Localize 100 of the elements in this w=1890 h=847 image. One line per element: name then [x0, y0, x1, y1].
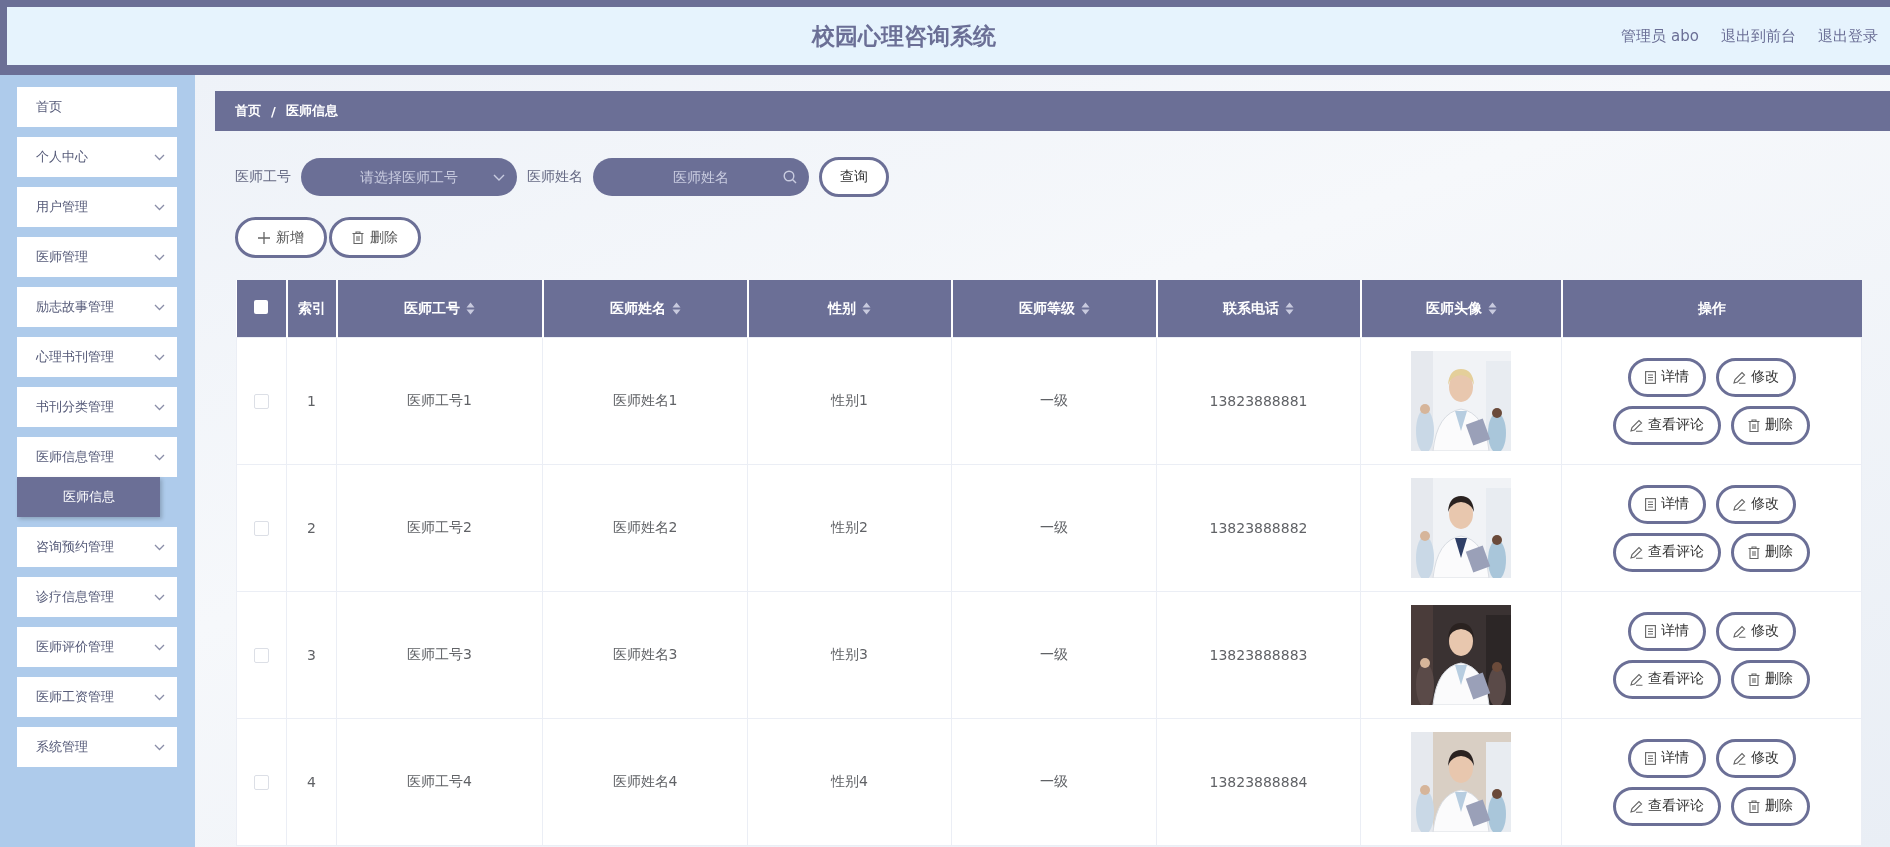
table-cell: 一级: [951, 718, 1157, 846]
table-cell: 医师工号2: [336, 464, 543, 592]
table-cell: 13823888884: [1156, 718, 1361, 846]
document-icon: [1644, 370, 1656, 384]
add-button[interactable]: 新增: [235, 217, 327, 258]
sort-icon: [1487, 302, 1497, 315]
sidebar-item[interactable]: 心理书刊管理: [17, 337, 177, 377]
sidebar-item[interactable]: 首页: [17, 87, 177, 127]
window-title: 校园心理咨询系统: [810, 21, 998, 51]
sort-icon: [671, 302, 681, 315]
input-field[interactable]: 医师姓名: [593, 158, 809, 196]
table-cell: 3: [286, 591, 337, 719]
table-cell: 一级: [951, 464, 1157, 592]
column-header[interactable]: 性别: [747, 280, 952, 338]
sidebar-item[interactable]: 用户管理: [17, 187, 177, 227]
sidebar-item[interactable]: 医师工资管理: [17, 677, 177, 717]
column-header: 索引: [286, 280, 337, 338]
edit-button[interactable]: 修改: [1715, 611, 1796, 651]
chevron-down-icon: [154, 153, 165, 161]
field-label: 医师姓名: [527, 168, 583, 186]
table-cell: 一级: [951, 337, 1157, 465]
chevron-down-icon: [493, 174, 505, 181]
header-link[interactable]: 管理员 abo: [1621, 26, 1699, 46]
detail-button[interactable]: 详情: [1627, 738, 1706, 778]
document-icon: [1644, 497, 1656, 511]
sidebar-item[interactable]: 系统管理: [17, 727, 177, 767]
column-header[interactable]: 医师工号: [336, 280, 543, 338]
pencil-icon: [1630, 799, 1643, 813]
column-header[interactable]: 医师头像: [1360, 280, 1562, 338]
table-cell: 性别2: [747, 464, 952, 592]
table-cell: 13823888883: [1156, 591, 1361, 719]
sidebar-item[interactable]: 医师管理: [17, 237, 177, 277]
table-cell: 医师姓名2: [542, 464, 748, 592]
edit-button[interactable]: 查看评论: [1613, 405, 1721, 445]
pencil-icon: [1630, 545, 1643, 559]
chevron-down-icon: [154, 643, 165, 651]
edit-button[interactable]: 修改: [1715, 484, 1796, 524]
detail-button[interactable]: 详情: [1627, 611, 1706, 651]
table-cell: 2: [286, 464, 337, 592]
breadcrumb-separator: /: [271, 103, 276, 119]
sidebar-item[interactable]: 咨询预约管理: [17, 527, 177, 567]
edit-button[interactable]: 查看评论: [1613, 532, 1721, 572]
delete-button[interactable]: 删除: [1731, 405, 1810, 445]
chevron-down-icon: [154, 693, 165, 701]
row-checkbox[interactable]: [254, 394, 269, 410]
chevron-down-icon: [154, 453, 165, 461]
column-header[interactable]: 医师姓名: [542, 280, 748, 338]
pencil-icon: [1732, 370, 1746, 384]
row-checkbox[interactable]: [254, 775, 269, 791]
delete-button[interactable]: 删除: [1731, 659, 1810, 699]
search-button[interactable]: 查询: [819, 157, 889, 197]
trash-icon: [1748, 799, 1760, 813]
delete-button[interactable]: 删除: [1731, 532, 1810, 572]
sidebar-item[interactable]: 励志故事管理: [17, 287, 177, 327]
chevron-down-icon: [154, 303, 165, 311]
edit-button[interactable]: 查看评论: [1613, 786, 1721, 826]
trash-icon: [1748, 418, 1760, 432]
edit-button[interactable]: 查看评论: [1613, 659, 1721, 699]
trash-icon: [1748, 672, 1760, 686]
delete-button[interactable]: 删除: [329, 217, 421, 258]
table-cell: 13823888882: [1156, 464, 1361, 592]
table-cell: 一级: [951, 591, 1157, 719]
breadcrumb-item[interactable]: 首页: [235, 102, 261, 120]
sidebar-item[interactable]: 个人中心: [17, 137, 177, 177]
table-cell: 医师工号1: [336, 337, 543, 465]
header-link[interactable]: 退出登录: [1818, 26, 1878, 46]
detail-button[interactable]: 详情: [1627, 484, 1706, 524]
trash-icon: [1748, 545, 1760, 559]
sidebar-item[interactable]: 医师评价管理: [17, 627, 177, 667]
table-cell: 4: [286, 718, 337, 846]
column-header[interactable]: 联系电话: [1156, 280, 1361, 338]
select-all-checkbox[interactable]: [254, 300, 268, 314]
sidebar-item[interactable]: 医师信息管理: [17, 437, 177, 477]
table-cell: 性别4: [747, 718, 952, 846]
edit-button[interactable]: 修改: [1715, 357, 1796, 397]
chevron-down-icon: [154, 253, 165, 261]
search-icon: [783, 170, 797, 184]
header-link[interactable]: 退出到前台: [1721, 26, 1796, 46]
pencil-icon: [1630, 672, 1643, 686]
sidebar-item[interactable]: 诊疗信息管理: [17, 577, 177, 617]
chevron-down-icon: [154, 543, 165, 551]
field-label: 医师工号: [235, 168, 291, 186]
column-header[interactable]: 医师等级: [951, 280, 1157, 338]
select-field[interactable]: 请选择医师工号: [301, 158, 517, 196]
table-cell: 1: [286, 337, 337, 465]
delete-button[interactable]: 删除: [1731, 786, 1810, 826]
submenu-item[interactable]: 医师信息: [17, 477, 160, 517]
pencil-icon: [1732, 624, 1746, 638]
detail-button[interactable]: 详情: [1627, 357, 1706, 397]
row-checkbox[interactable]: [254, 521, 269, 537]
table-cell: 性别1: [747, 337, 952, 465]
chevron-down-icon: [154, 593, 165, 601]
document-icon: [1644, 751, 1656, 765]
pencil-icon: [1630, 418, 1643, 432]
chevron-down-icon: [154, 403, 165, 411]
table-cell: 性别3: [747, 591, 952, 719]
edit-button[interactable]: 修改: [1715, 738, 1796, 778]
row-checkbox[interactable]: [254, 648, 269, 664]
sidebar-item[interactable]: 书刊分类管理: [17, 387, 177, 427]
sort-icon: [1080, 302, 1090, 315]
